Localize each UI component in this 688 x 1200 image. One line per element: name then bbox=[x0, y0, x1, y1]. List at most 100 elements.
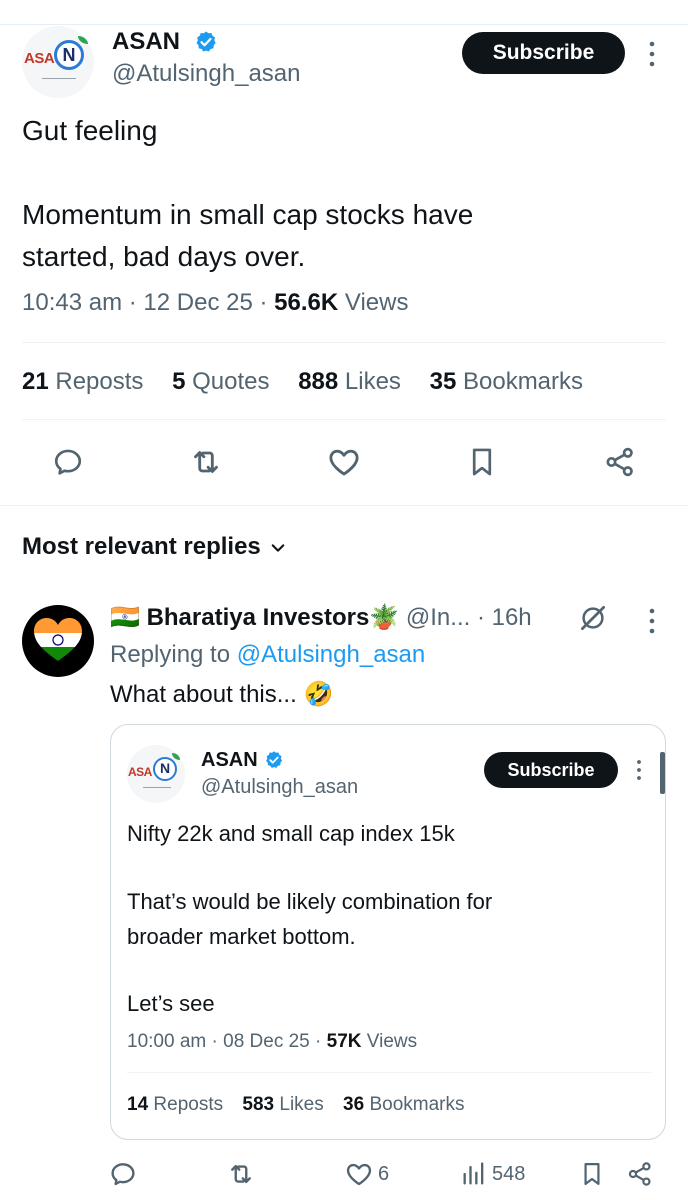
quoted-likes-label: Likes bbox=[279, 1094, 324, 1115]
like-button[interactable] bbox=[318, 436, 370, 488]
verified-badge-icon bbox=[196, 31, 216, 52]
laughing-emoji: 🤣 bbox=[303, 681, 334, 708]
bookmark-icon bbox=[584, 1162, 600, 1186]
author-avatar[interactable]: ASA N bbox=[22, 26, 94, 98]
post-date[interactable]: 12 Dec 25 bbox=[143, 289, 252, 316]
quoted-divider bbox=[127, 1072, 651, 1073]
views-label: Views bbox=[344, 289, 409, 316]
logo-text: ASA bbox=[24, 50, 55, 67]
post-text-line: started, bad days over. bbox=[22, 241, 306, 272]
quoted-reposts-label: Reposts bbox=[153, 1094, 224, 1115]
reply-text-body: What about this... bbox=[110, 681, 297, 708]
quoted-meta: 10:00 am · 08 Dec 25 · 57K Views bbox=[127, 1031, 417, 1053]
quoted-views-count: 57K bbox=[326, 1031, 362, 1052]
quoted-bookmarks-stat: 36 Bookmarks bbox=[343, 1094, 464, 1116]
reply-repost-button[interactable] bbox=[226, 1155, 256, 1193]
reply-bookmark-button[interactable] bbox=[578, 1155, 606, 1193]
quoted-text-line: Nifty 22k and small cap index 15k bbox=[127, 821, 455, 846]
quoted-bookmarks-count: 36 bbox=[343, 1094, 365, 1115]
author-handle[interactable]: @Atulsingh_asan bbox=[112, 60, 300, 88]
like-icon bbox=[346, 1163, 372, 1186]
quoted-text-line: broader market bottom. bbox=[127, 924, 356, 949]
subscribe-button[interactable]: Subscribe bbox=[462, 32, 625, 74]
likes-stat[interactable]: 888 Likes bbox=[298, 368, 401, 396]
quotes-label: Quotes bbox=[192, 368, 270, 395]
quoted-likes-count: 583 bbox=[242, 1094, 275, 1115]
bookmark-button[interactable] bbox=[456, 436, 508, 488]
repost-button[interactable] bbox=[180, 436, 232, 488]
post-text-line: Momentum in small cap stocks have bbox=[22, 199, 474, 230]
views-icon bbox=[463, 1162, 484, 1185]
reply-like-button[interactable]: 6 bbox=[344, 1155, 389, 1193]
logo-letter: N bbox=[153, 757, 177, 781]
likes-count: 888 bbox=[298, 368, 339, 395]
quoted-text-line: That’s would be likely combination for bbox=[127, 889, 493, 914]
quoted-author-avatar: ASA N bbox=[127, 745, 185, 803]
bookmarks-label: Bookmarks bbox=[462, 368, 584, 395]
reply-share-button[interactable] bbox=[626, 1155, 654, 1193]
reply-action-bar: 6 548 bbox=[108, 1155, 668, 1193]
meta-separator: · bbox=[128, 289, 144, 316]
views-count: 56.6K bbox=[274, 289, 339, 316]
author-name[interactable]: ASAN bbox=[112, 28, 180, 56]
quoted-scrollbar[interactable] bbox=[660, 752, 665, 794]
like-icon bbox=[329, 449, 359, 476]
quoted-text-line: Let’s see bbox=[127, 991, 215, 1016]
logo-underline bbox=[143, 787, 171, 788]
replies-sort-dropdown[interactable]: Most relevant replies bbox=[22, 533, 287, 561]
reply-author-name[interactable]: Bharatiya Investors bbox=[147, 604, 370, 631]
divider bbox=[22, 342, 666, 343]
reposts-stat[interactable]: 21 Reposts bbox=[22, 368, 143, 396]
share-button[interactable] bbox=[594, 436, 646, 488]
chevron-down-icon bbox=[271, 543, 285, 552]
quoted-stats: 14 Reposts 583 Likes 36 Bookmarks bbox=[127, 1094, 478, 1116]
quoted-bookmarks-label: Bookmarks bbox=[369, 1094, 465, 1115]
reply-reply-button[interactable] bbox=[108, 1155, 138, 1193]
quoted-subscribe-button[interactable]: Subscribe bbox=[484, 752, 618, 788]
meta-separator: · bbox=[211, 1031, 224, 1052]
plant-emoji: 🪴 bbox=[369, 604, 400, 631]
logo-underline bbox=[42, 78, 76, 79]
repost-icon bbox=[231, 1164, 251, 1184]
reply-avatar[interactable] bbox=[22, 605, 94, 677]
replying-to-link[interactable]: @Atulsingh_asan bbox=[237, 641, 425, 668]
reply-time[interactable]: · 16h bbox=[477, 604, 532, 631]
replying-prefix: Replying to bbox=[110, 641, 231, 668]
reply-author-handle[interactable]: @In... bbox=[406, 604, 470, 631]
quoted-author-name: ASAN bbox=[201, 749, 258, 771]
bookmarks-count: 35 bbox=[429, 368, 457, 395]
quoted-likes-stat: 583 Likes bbox=[242, 1094, 323, 1116]
bookmarks-stat[interactable]: 35 Bookmarks bbox=[430, 368, 583, 396]
quoted-reposts-count: 14 bbox=[127, 1094, 149, 1115]
india-flag-heart-icon bbox=[34, 618, 82, 661]
quoted-author-handle: @Atulsingh_asan bbox=[201, 776, 359, 798]
logo-letter: N bbox=[54, 40, 84, 70]
more-options-icon[interactable] bbox=[644, 40, 660, 68]
share-icon bbox=[628, 1162, 651, 1186]
reply-button[interactable] bbox=[42, 436, 94, 488]
reply-header: 🇮🇳 Bharatiya Investors🪴 @In... · 16h bbox=[110, 603, 532, 632]
reply-more-options-icon[interactable] bbox=[644, 607, 660, 635]
quoted-post-card[interactable]: ASA N ASAN @Atulsingh_asan Subscribe Nif… bbox=[110, 724, 666, 1140]
post-stats: 21 Reposts 5 Quotes 888 Likes 35 Bookmar… bbox=[22, 368, 605, 396]
grok-icon[interactable] bbox=[578, 603, 608, 633]
quoted-date: 08 Dec 25 bbox=[223, 1031, 310, 1052]
meta-separator: · bbox=[315, 1031, 327, 1052]
quotes-stat[interactable]: 5 Quotes bbox=[172, 368, 269, 396]
top-divider bbox=[0, 24, 688, 25]
replies-sort-label: Most relevant replies bbox=[22, 533, 261, 560]
logo-leaf bbox=[172, 753, 180, 760]
reply-views-button[interactable]: 548 bbox=[460, 1155, 525, 1193]
quoted-more-options-icon[interactable] bbox=[633, 758, 645, 782]
post-action-bar bbox=[22, 436, 666, 488]
quoted-views-label: Views bbox=[366, 1031, 418, 1052]
reply-icon bbox=[111, 1163, 135, 1186]
section-divider bbox=[0, 505, 688, 506]
reply-icon bbox=[54, 449, 82, 475]
reposts-count: 21 bbox=[22, 368, 49, 395]
reply-views-count: 548 bbox=[492, 1162, 526, 1185]
post-time[interactable]: 10:43 am bbox=[22, 289, 122, 316]
post-text-line: Gut feeling bbox=[22, 115, 158, 146]
bookmark-icon bbox=[472, 448, 492, 476]
reposts-label: Reposts bbox=[55, 368, 144, 395]
